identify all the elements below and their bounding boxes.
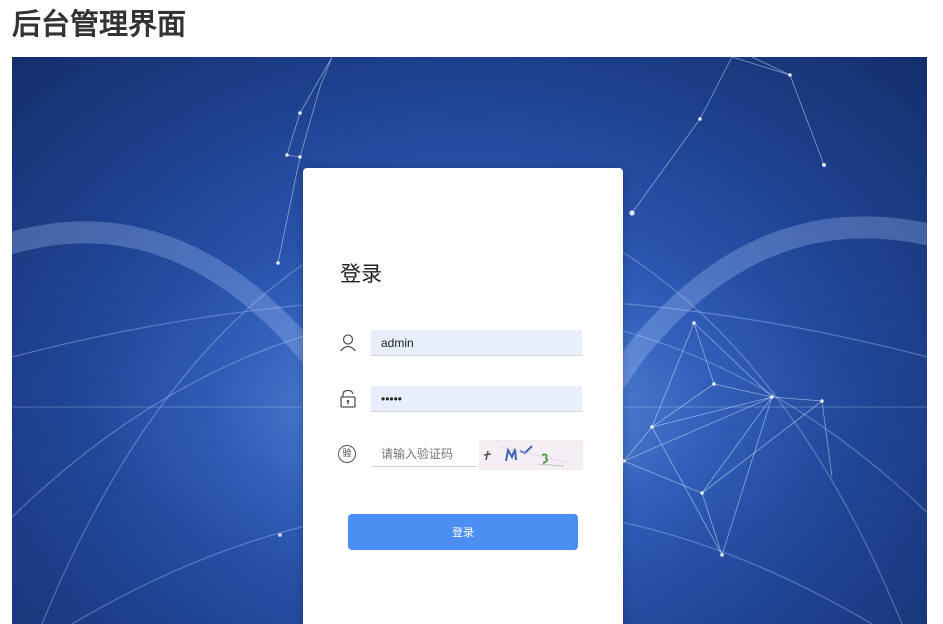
- page-title: 后台管理界面: [12, 7, 187, 41]
- login-card: 登录 验 登录: [303, 168, 623, 624]
- verify-icon: 验: [338, 445, 356, 463]
- user-icon: [340, 334, 356, 352]
- captcha-input[interactable]: [371, 441, 477, 467]
- login-background: 登录 验 登录: [12, 57, 927, 624]
- password-input[interactable]: [371, 386, 582, 412]
- unlock-icon: [340, 389, 356, 408]
- login-button[interactable]: 登录: [348, 514, 578, 550]
- login-title: 登录: [340, 262, 382, 286]
- captcha-image[interactable]: [479, 440, 583, 470]
- username-input[interactable]: [371, 330, 582, 356]
